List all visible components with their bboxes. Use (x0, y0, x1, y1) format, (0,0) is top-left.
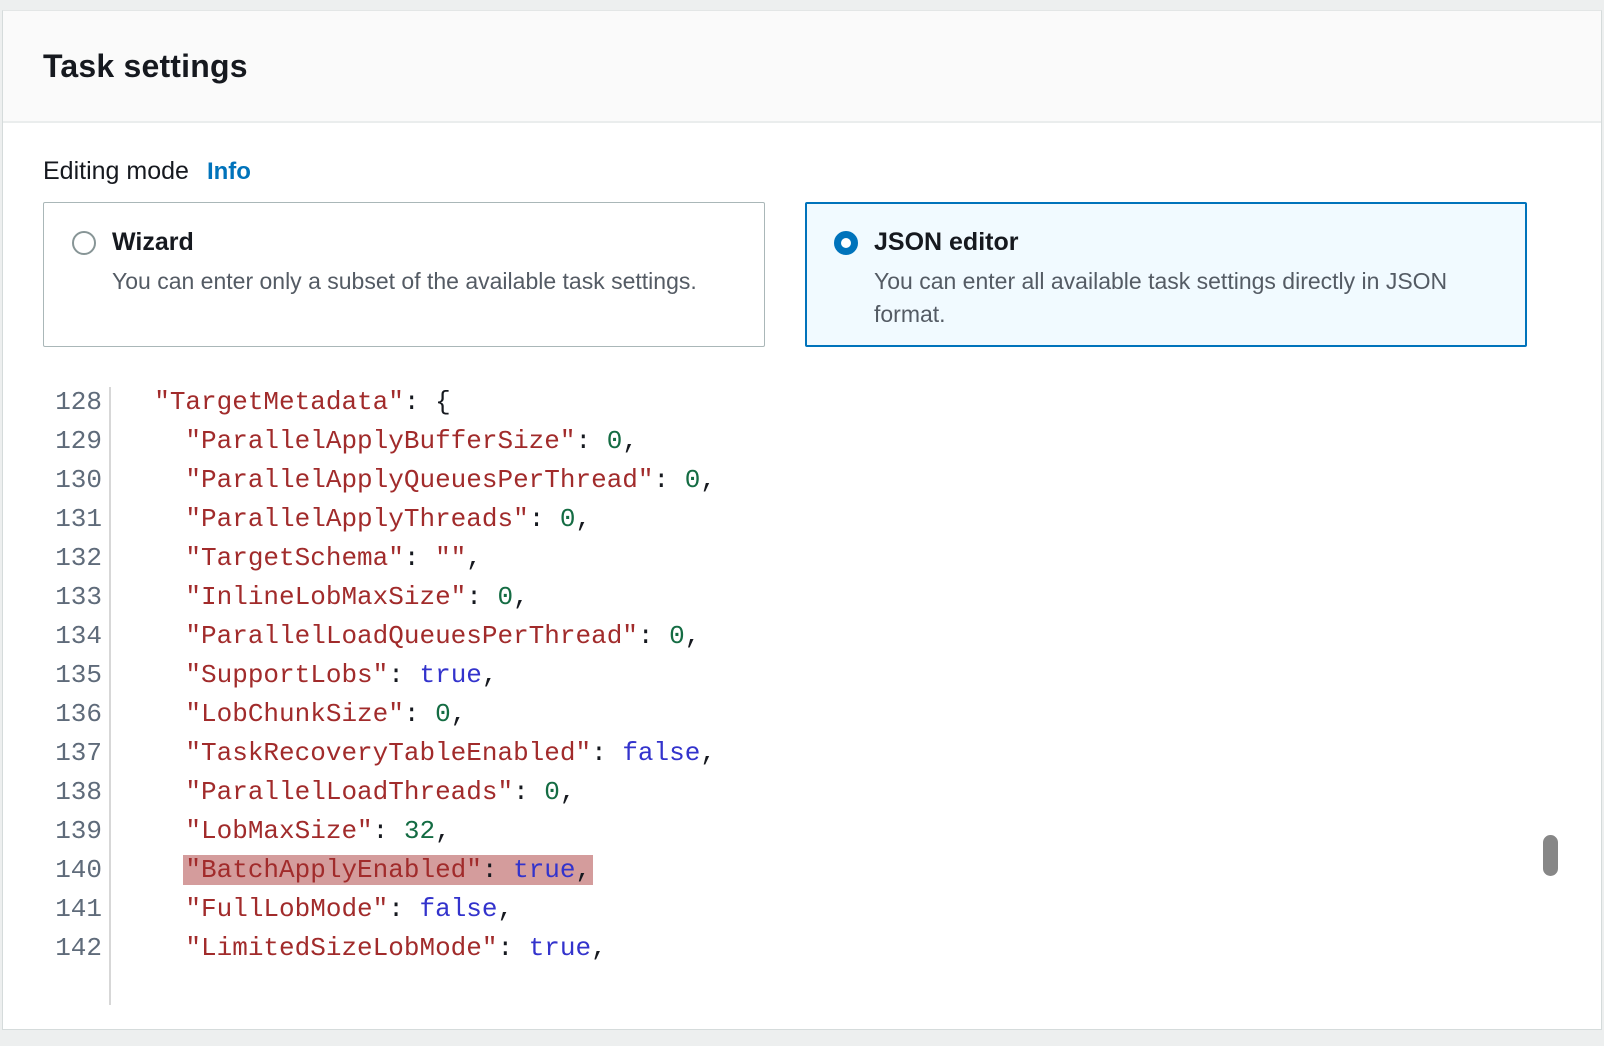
radio-checked-icon[interactable] (834, 231, 858, 255)
code-lines: 128 "TargetMetadata": {129 "ParallelAppl… (3, 383, 1601, 968)
panel-header: Task settings (3, 11, 1601, 123)
line-number: 128 (3, 383, 102, 422)
line-number: 141 (3, 890, 102, 929)
code-text: "InlineLobMaxSize": 0, (102, 578, 529, 617)
code-text: "ParallelApplyThreads": 0, (102, 500, 591, 539)
code-line[interactable]: 138 "ParallelLoadThreads": 0, (3, 773, 1601, 812)
code-text: "TaskRecoveryTableEnabled": false, (102, 734, 716, 773)
panel-content: Editing mode Info Wizard You can enter o… (3, 123, 1601, 347)
code-text: "ParallelLoadThreads": 0, (102, 773, 576, 812)
code-line[interactable]: 137 "TaskRecoveryTableEnabled": false, (3, 734, 1601, 773)
code-text: "ParallelApplyBufferSize": 0, (102, 422, 638, 461)
editing-mode-options: Wizard You can enter only a subset of th… (43, 202, 1561, 347)
option-title-wizard: Wizard (112, 227, 736, 257)
option-text: Wizard You can enter only a subset of th… (112, 227, 736, 298)
info-link[interactable]: Info (207, 158, 251, 186)
code-line[interactable]: 132 "TargetSchema": "", (3, 539, 1601, 578)
code-text: "ParallelLoadQueuesPerThread": 0, (102, 617, 700, 656)
code-text: "LobMaxSize": 32, (102, 812, 451, 851)
radio-unchecked-icon[interactable] (72, 231, 96, 255)
code-text: "SupportLobs": true, (102, 656, 498, 695)
code-line[interactable]: 135 "SupportLobs": true, (3, 656, 1601, 695)
line-number: 136 (3, 695, 102, 734)
line-number: 137 (3, 734, 102, 773)
task-settings-panel: Task settings Editing mode Info Wizard Y… (2, 10, 1602, 1030)
code-line[interactable]: 128 "TargetMetadata": { (3, 383, 1601, 422)
code-line[interactable]: 136 "LobChunkSize": 0, (3, 695, 1601, 734)
line-number: 133 (3, 578, 102, 617)
code-text: "TargetSchema": "", (102, 539, 482, 578)
highlighted-code: "BatchApplyEnabled": true, (183, 855, 593, 885)
line-number: 140 (3, 851, 102, 890)
option-desc-json-editor: You can enter all available task setting… (874, 265, 1494, 332)
line-number: 139 (3, 812, 102, 851)
code-line[interactable]: 131 "ParallelApplyThreads": 0, (3, 500, 1601, 539)
code-line[interactable]: 134 "ParallelLoadQueuesPerThread": 0, (3, 617, 1601, 656)
code-line[interactable]: 142 "LimitedSizeLobMode": true, (3, 929, 1601, 968)
option-desc-wizard: You can enter only a subset of the avail… (112, 265, 732, 298)
option-title-json-editor: JSON editor (874, 227, 1498, 257)
option-text: JSON editor You can enter all available … (874, 227, 1498, 332)
option-card-json-editor[interactable]: JSON editor You can enter all available … (805, 202, 1527, 347)
line-number: 131 (3, 500, 102, 539)
code-line[interactable]: 129 "ParallelApplyBufferSize": 0, (3, 422, 1601, 461)
line-number: 132 (3, 539, 102, 578)
option-card-wizard[interactable]: Wizard You can enter only a subset of th… (43, 202, 765, 347)
line-number: 130 (3, 461, 102, 500)
line-number: 142 (3, 929, 102, 968)
code-line[interactable]: 141 "FullLobMode": false, (3, 890, 1601, 929)
code-line[interactable]: 133 "InlineLobMaxSize": 0, (3, 578, 1601, 617)
code-text: "ParallelApplyQueuesPerThread": 0, (102, 461, 716, 500)
code-text: "TargetMetadata": { (102, 383, 451, 422)
page-title: Task settings (43, 48, 248, 85)
gutter-divider (109, 387, 111, 1005)
task-settings-page: Task settings Editing mode Info Wizard Y… (0, 0, 1604, 1046)
vertical-scrollbar-thumb[interactable] (1543, 835, 1558, 876)
code-text: "BatchApplyEnabled": true, (102, 851, 591, 890)
code-line[interactable]: 139 "LobMaxSize": 32, (3, 812, 1601, 851)
line-number: 138 (3, 773, 102, 812)
editing-mode-label: Editing mode (43, 157, 189, 186)
code-text: "LimitedSizeLobMode": true, (102, 929, 607, 968)
code-text: "FullLobMode": false, (102, 890, 513, 929)
code-line[interactable]: 140 "BatchApplyEnabled": true, (3, 851, 1601, 890)
editing-mode-row: Editing mode Info (43, 157, 1561, 186)
line-number: 129 (3, 422, 102, 461)
line-number: 134 (3, 617, 102, 656)
code-text: "LobChunkSize": 0, (102, 695, 466, 734)
line-number: 135 (3, 656, 102, 695)
code-line[interactable]: 130 "ParallelApplyQueuesPerThread": 0, (3, 461, 1601, 500)
json-code-editor[interactable]: 128 "TargetMetadata": {129 "ParallelAppl… (3, 383, 1601, 1028)
